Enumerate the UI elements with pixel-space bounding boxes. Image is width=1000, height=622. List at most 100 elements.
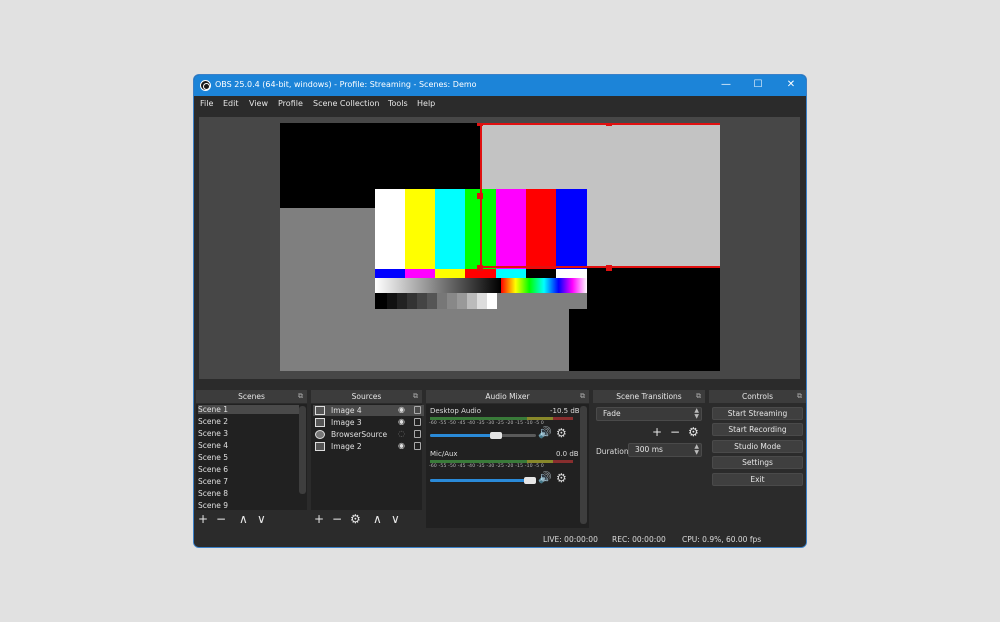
resize-handle-l[interactable] — [477, 193, 483, 199]
sources-dock-title[interactable]: Sources ⧉ — [311, 390, 422, 403]
scene-item[interactable]: Scene 8 — [198, 489, 228, 498]
remove-transition-button[interactable]: − — [670, 426, 680, 438]
volume-meter — [430, 417, 573, 420]
lock-icon[interactable] — [414, 406, 421, 414]
scene-down-button[interactable]: ∨ — [257, 513, 266, 525]
add-source-button[interactable]: + — [314, 513, 324, 525]
source-name: Image 2 — [331, 442, 362, 451]
scene-canvas[interactable] — [280, 123, 720, 371]
source-down-button[interactable]: ∨ — [391, 513, 400, 525]
gear-icon[interactable]: ⚙ — [556, 471, 567, 485]
chevron-updown-icon[interactable]: ▲ ▼ — [694, 444, 699, 456]
float-icon[interactable]: ⧉ — [696, 390, 701, 403]
channel-db: 0.0 dB — [556, 450, 579, 458]
gear-icon[interactable]: ⚙ — [556, 426, 567, 440]
add-scene-button[interactable]: + — [198, 513, 208, 525]
transitions-dock-title[interactable]: Scene Transitions ⧉ — [593, 390, 705, 403]
speaker-icon[interactable]: 🔊 — [538, 471, 552, 484]
settings-button[interactable]: Settings — [712, 456, 803, 469]
float-icon[interactable]: ⧉ — [797, 390, 802, 403]
scene-item[interactable]: Scene 6 — [198, 465, 228, 474]
menu-profile[interactable]: Profile — [278, 99, 303, 108]
scenes-dock-title[interactable]: Scenes ⧉ — [196, 390, 307, 403]
source-row[interactable]: BrowserSource ◌ — [313, 429, 424, 440]
meter-ticks: -60 -55 -50 -45 -40 -35 -30 -25 -20 -15 … — [429, 464, 544, 469]
volume-slider[interactable] — [430, 432, 536, 439]
minimize-button[interactable]: — — [718, 78, 734, 92]
lock-icon[interactable] — [414, 442, 421, 450]
chevron-updown-icon: ▲ ▼ — [694, 407, 699, 420]
resize-handle-tl[interactable] — [477, 123, 483, 126]
studio-mode-button[interactable]: Studio Mode — [712, 440, 803, 453]
lock-icon[interactable] — [414, 418, 421, 426]
cpu-status: CPU: 0.9%, 60.00 fps — [682, 535, 762, 544]
source-up-button[interactable]: ∧ — [373, 513, 382, 525]
scenes-scrollbar[interactable] — [299, 406, 306, 494]
transitions-title-label: Scene Transitions — [616, 392, 682, 401]
scene-item[interactable]: Scene 1 — [198, 405, 299, 414]
eye-icon[interactable]: ◉ — [398, 405, 405, 414]
duration-value: 300 ms — [635, 445, 663, 454]
audio-mixer: Desktop Audio -10.5 dB -60 -55 -50 -45 -… — [426, 404, 589, 528]
start-streaming-button[interactable]: Start Streaming — [712, 407, 803, 420]
mixer-scrollbar[interactable] — [580, 406, 587, 524]
mixer-dock-title[interactable]: Audio Mixer ⧉ — [426, 390, 589, 403]
scene-item[interactable]: Scene 4 — [198, 441, 228, 450]
title-bar[interactable]: OBS 25.0.4 (64-bit, windows) - Profile: … — [194, 75, 806, 96]
scene-item[interactable]: Scene 9 — [198, 501, 228, 510]
preview-area[interactable] — [199, 117, 800, 379]
transition-properties-button[interactable]: ⚙ — [688, 426, 699, 438]
eye-icon[interactable]: ◉ — [398, 417, 405, 426]
eye-icon[interactable]: ◉ — [398, 441, 405, 450]
scene-item[interactable]: Scene 3 — [198, 429, 228, 438]
remove-scene-button[interactable]: − — [216, 513, 226, 525]
volume-slider[interactable] — [430, 477, 536, 484]
volume-knob[interactable] — [524, 477, 536, 484]
exit-button[interactable]: Exit — [712, 473, 803, 486]
duration-label: Duration — [596, 447, 629, 456]
volume-knob[interactable] — [490, 432, 502, 439]
eye-hidden-icon[interactable]: ◌ — [398, 429, 405, 438]
controls-dock-title[interactable]: Controls ⧉ — [709, 390, 806, 403]
menu-file[interactable]: File — [200, 99, 213, 108]
source-name: Image 4 — [331, 406, 362, 415]
resize-handle-t[interactable] — [606, 123, 612, 126]
source-row[interactable]: Image 3 ◉ — [313, 417, 424, 428]
selection-box[interactable] — [480, 123, 720, 268]
start-recording-button[interactable]: Start Recording — [712, 423, 803, 436]
source-row[interactable]: Image 4 ◉ — [313, 405, 424, 416]
sources-list[interactable]: Image 4 ◉ Image 3 ◉ BrowserSource ◌ Imag… — [311, 404, 424, 510]
maximize-button[interactable]: ☐ — [750, 78, 766, 92]
controls-panel: Start Streaming Start Recording Studio M… — [709, 404, 806, 492]
resize-handle-b[interactable] — [606, 265, 612, 271]
scene-up-button[interactable]: ∧ — [239, 513, 248, 525]
scene-item[interactable]: Scene 7 — [198, 477, 228, 486]
scene-item[interactable]: Scene 2 — [198, 417, 228, 426]
menu-view[interactable]: View — [249, 99, 268, 108]
scene-item[interactable]: Scene 5 — [198, 453, 228, 462]
source-row[interactable]: Image 2 ◉ — [313, 441, 424, 452]
obs-window: OBS 25.0.4 (64-bit, windows) - Profile: … — [193, 74, 807, 548]
close-button[interactable]: ✕ — [783, 78, 799, 92]
transition-select[interactable]: Fade ▲ ▼ — [596, 407, 702, 421]
lock-icon[interactable] — [414, 430, 421, 438]
status-bar: LIVE: 00:00:00 REC: 00:00:00 CPU: 0.9%, … — [194, 530, 806, 547]
float-icon[interactable]: ⧉ — [580, 390, 585, 403]
scenes-list[interactable]: Scene 1 Scene 2 Scene 3 Scene 4 Scene 5 … — [196, 404, 307, 510]
add-transition-button[interactable]: + — [652, 426, 662, 438]
float-icon[interactable]: ⧉ — [298, 390, 303, 403]
menu-help[interactable]: Help — [417, 99, 435, 108]
menu-scene-collection[interactable]: Scene Collection — [313, 99, 380, 108]
speaker-icon[interactable]: 🔊 — [538, 426, 552, 439]
scenes-title-label: Scenes — [238, 392, 265, 401]
source-properties-button[interactable]: ⚙ — [350, 513, 361, 525]
source-name: Image 3 — [331, 418, 362, 427]
menu-tools[interactable]: Tools — [388, 99, 408, 108]
float-icon[interactable]: ⧉ — [413, 390, 418, 403]
controls-title-label: Controls — [741, 392, 774, 401]
menu-bar: File Edit View Profile Scene Collection … — [194, 96, 806, 112]
menu-edit[interactable]: Edit — [223, 99, 239, 108]
resize-handle-bl[interactable] — [477, 265, 483, 271]
remove-source-button[interactable]: − — [332, 513, 342, 525]
duration-input[interactable]: 300 ms ▲ ▼ — [628, 443, 702, 457]
